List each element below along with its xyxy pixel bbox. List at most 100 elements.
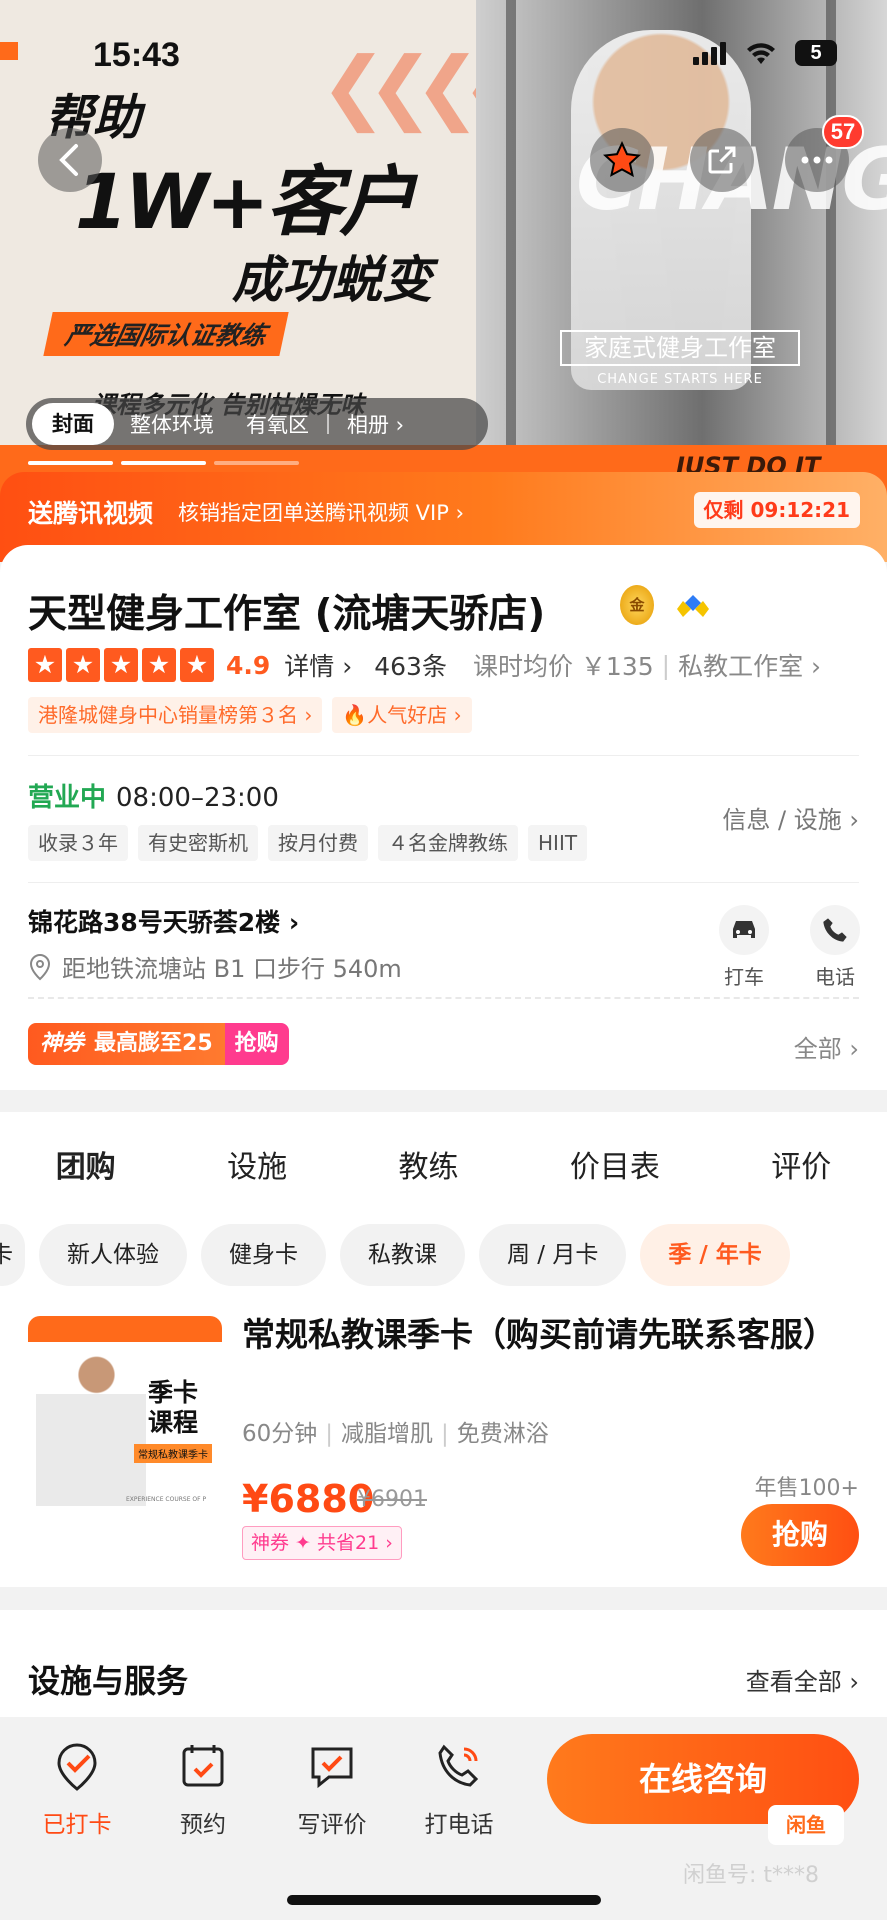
sold-count: 年售100+	[754, 1476, 859, 1501]
deal-price: ¥6880	[242, 1477, 375, 1521]
tab-group-buy[interactable]: 团购	[55, 1142, 116, 1186]
category-chips: 卡 新人体验 健身卡 私教课 周 / 月卡 季 / 年卡	[0, 1224, 790, 1286]
album-tab-album[interactable]: 相册 ›	[331, 409, 420, 439]
promo-desc: 核销指定团单送腾讯视频 VIP ›	[178, 501, 464, 525]
hero-headline-2: 1W+客户	[75, 157, 415, 246]
gallery-indicator	[28, 461, 299, 465]
call-button[interactable]: 电话	[803, 905, 867, 990]
watermark-text: 闲鱼号: t***8	[683, 1863, 820, 1888]
call-icon-wrap	[810, 905, 860, 955]
feature-tag: 按月付费	[268, 825, 368, 861]
hero-gallery[interactable]: ❮❮❮❮ 帮助 1W+客户 成功蜕变 严选国际认证教练 课程多元化 告别枯燥无味…	[0, 0, 887, 500]
coupon-saving-tag[interactable]: 神券 ✦ 共省21 ›	[242, 1526, 402, 1560]
wifi-icon	[747, 43, 775, 64]
checked-in-label: 已打卡	[42, 1812, 112, 1838]
info-facilities-link[interactable]: 信息 / 设施 ›	[722, 800, 859, 835]
rank-tag[interactable]: 港隆城健身中心销量榜第３名 ›	[28, 697, 323, 733]
album-tab-cover[interactable]: 封面	[32, 403, 114, 445]
write-review-button[interactable]: 写评价	[287, 1739, 377, 1839]
metro-text: 距地铁流塘站 B1 口步行 540m	[62, 955, 402, 983]
hero-headline-3: 成功蜕变	[232, 251, 432, 309]
checked-in-button[interactable]: 已打卡	[32, 1739, 122, 1839]
chip-personal-training[interactable]: 私教课	[340, 1224, 465, 1286]
separator: |	[441, 1421, 449, 1447]
fire-icon: 🔥	[342, 703, 368, 727]
coupon-banner[interactable]: 神券 最高膨至25 抢购	[28, 1023, 289, 1065]
chip-weekly-monthly[interactable]: 周 / 月卡	[479, 1224, 627, 1286]
store-address[interactable]: 锦花路38号天骄荟2楼 ›	[28, 903, 299, 939]
tab-price-list[interactable]: 价目表	[570, 1142, 660, 1186]
deal-duration: 60分钟	[242, 1421, 318, 1447]
write-review-label: 写评价	[297, 1812, 367, 1838]
star-icon: ★	[28, 648, 62, 682]
popular-tag[interactable]: 🔥人气好店 ›	[332, 697, 472, 733]
feature-tag: 有史密斯机	[138, 825, 258, 861]
hero-image-left: ❮❮❮❮ 帮助 1W+客户 成功蜕变 严选国际认证教练 课程多元化 告别枯燥无味	[0, 0, 528, 445]
phone-call-button[interactable]: 打电话	[414, 1739, 504, 1839]
reserve-button[interactable]: 预约	[158, 1739, 248, 1839]
deal-meta: 60分钟 | 减脂增肌 | 免费淋浴	[242, 1414, 549, 1448]
thumbnail-title-text: 季卡 课程	[148, 1378, 199, 1437]
review-count[interactable]: 463条	[374, 647, 447, 683]
star-icon: ★	[142, 648, 176, 682]
feature-tag: 收录３年	[28, 825, 128, 861]
category-link[interactable]: 私教工作室 ›	[678, 647, 821, 683]
phone-call-label: 打电话	[424, 1812, 494, 1838]
store-card: 天型健身工作室 (流塘天骄店) 金 ★ ★ ★ ★ ★ 4.9 详情 › 463…	[0, 545, 887, 1090]
separator: |	[325, 1421, 334, 1447]
chip-quarterly-yearly[interactable]: 季 / 年卡	[640, 1224, 790, 1286]
album-tab-environment[interactable]: 整体环境	[114, 409, 230, 439]
star-rating: ★ ★ ★ ★ ★	[28, 648, 214, 682]
calendar-icon	[182, 1745, 224, 1787]
status-icons: 5	[693, 40, 837, 66]
separator: |	[661, 650, 671, 680]
home-indicator[interactable]	[287, 1895, 601, 1905]
open-status: 营业中	[28, 783, 107, 813]
view-all-link[interactable]: 查看全部 ›	[746, 1662, 859, 1697]
chip-card[interactable]: 卡	[0, 1224, 25, 1286]
notification-badge: 57	[822, 115, 864, 149]
divider	[28, 882, 859, 883]
deal-title[interactable]: 常规私教课季卡（购买前请先联系客服）	[242, 1310, 862, 1360]
original-price: ¥6901	[357, 1487, 427, 1512]
gym-pole	[506, 0, 516, 445]
tab-coaches[interactable]: 教练	[398, 1142, 458, 1186]
rating-row: ★ ★ ★ ★ ★ 4.9 详情 › 463条 课时均价 ￥135 | 私教工作…	[28, 647, 821, 683]
review-icon	[311, 1747, 353, 1789]
reserve-label: 预约	[180, 1812, 226, 1838]
gold-medal-icon: 金	[620, 585, 654, 625]
store-name: 天型健身工作室 (流塘天骄店)	[28, 592, 546, 637]
all-coupons-link[interactable]: 全部 ›	[794, 1029, 859, 1064]
feature-tag: HIIT	[528, 825, 588, 861]
check-in-icon	[57, 1743, 97, 1791]
star-icon: ★	[104, 648, 138, 682]
orange-mark	[0, 42, 18, 60]
star-icon: ★	[180, 648, 214, 682]
feature-tag: ４名金牌教练	[378, 825, 518, 861]
rating-score: 4.9	[226, 650, 271, 680]
rating-detail-link[interactable]: 详情 ›	[284, 647, 352, 683]
tab-reviews[interactable]: 评价	[771, 1142, 831, 1186]
coupon-grab-button[interactable]: 抢购	[224, 1023, 289, 1065]
diamond-icon	[677, 595, 709, 617]
album-tab-cardio[interactable]: 有氧区	[230, 409, 325, 439]
buy-button[interactable]: 抢购	[741, 1504, 859, 1566]
hero-tagline: 严选国际认证教练	[43, 312, 289, 356]
share-button[interactable]	[690, 128, 754, 192]
phone-icon	[438, 1744, 479, 1787]
deal-thumbnail[interactable]: 季卡 课程 常规私教课季卡 EXPERIENCE COURSE OF P	[28, 1316, 222, 1510]
avg-price: 课时均价 ￥135	[472, 652, 654, 681]
back-button[interactable]	[38, 128, 102, 192]
status-time: 15:43	[93, 36, 180, 74]
feature-tags: 收录３年 有史密斯机 按月付费 ４名金牌教练 HIIT	[28, 825, 588, 861]
signal-icon	[693, 41, 727, 65]
tab-facilities[interactable]: 设施	[227, 1142, 287, 1186]
favorite-button[interactable]	[590, 128, 654, 192]
chip-gym-card[interactable]: 健身卡	[201, 1224, 326, 1286]
chip-trial[interactable]: 新人体验	[39, 1224, 187, 1286]
hero-banner: 家庭式健身工作室	[560, 330, 800, 366]
coupon-brand: 神券	[40, 1031, 85, 1056]
album-tabs: 封面 整体环境 有氧区 相册 ›	[26, 398, 488, 450]
taxi-button[interactable]: 打车	[712, 905, 776, 990]
taxi-label: 打车	[724, 965, 764, 989]
